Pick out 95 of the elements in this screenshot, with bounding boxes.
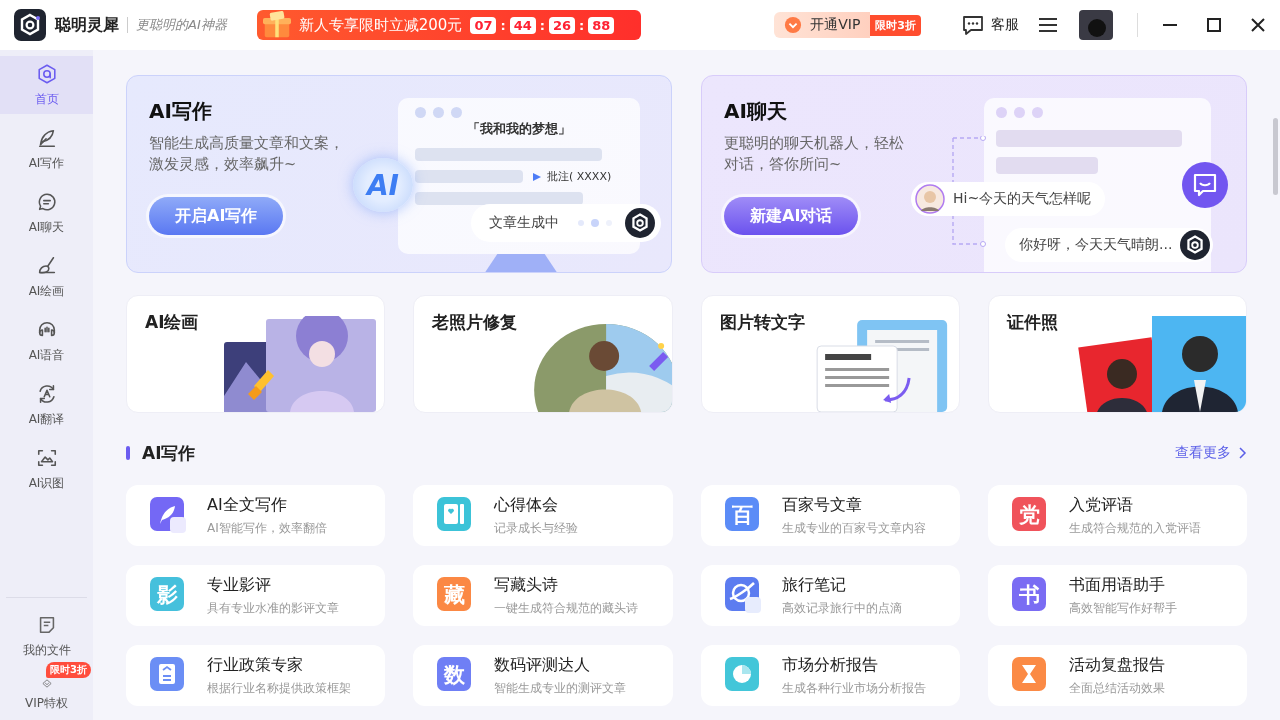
sidebar-item[interactable]: AI绘画 — [0, 248, 93, 306]
tool-card[interactable]: AI绘画 — [126, 295, 386, 413]
service-button[interactable]: 客服 — [961, 14, 1019, 36]
discount-badge: 限时3折 — [46, 662, 91, 678]
chat-message: Hi~今天的天气怎样呢 — [953, 190, 1092, 208]
maximize-icon[interactable] — [1206, 17, 1222, 33]
feature-card[interactable]: 心得体会 记录成长与经验 — [413, 485, 673, 546]
feature-title: 活动复盘报告 — [1068, 654, 1165, 676]
feature-card[interactable]: 藏 写藏头诗 一键生成符合规范的藏头诗 — [413, 565, 673, 626]
sidebar-item[interactable]: AI语音 — [0, 312, 93, 370]
feature-title: 数码评测达人 — [494, 654, 592, 676]
window-dots-icon — [996, 107, 1043, 118]
section-title: AI写作 — [142, 441, 196, 465]
countdown-digits: 26 — [548, 16, 576, 34]
tool-title: 证件照 — [1005, 311, 1058, 334]
sidebar-item[interactable]: AI聊天 — [0, 184, 93, 242]
vip-button[interactable]: 开通VIP — [774, 12, 871, 38]
feature-card[interactable]: 党 入党评语 生成符合规范的入党评语 — [987, 485, 1247, 546]
feature-description: 一键生成符合规范的藏头诗 — [494, 599, 639, 617]
countdown-separator: : — [579, 17, 585, 33]
feature-title: 写藏头诗 — [494, 574, 560, 596]
feature-card[interactable]: AI全文写作 AI智能写作，效率翻倍 — [126, 485, 386, 546]
banner-title: AI聊天 — [724, 98, 787, 125]
home-icon — [35, 62, 58, 85]
tool-card[interactable]: 证件照 — [987, 295, 1247, 413]
sidebar-item[interactable]: 我的文件 — [6, 610, 87, 662]
discount-tag: 限时3折 — [870, 14, 921, 36]
feature-title: 专业影评 — [207, 574, 272, 596]
countdown-separator: : — [500, 17, 506, 33]
feature-description: 生成符合规范的入党评语 — [1068, 519, 1201, 537]
feature-title: 行业政策专家 — [207, 654, 304, 676]
sidebar-item[interactable]: VIP特权 — [6, 678, 87, 718]
start-button[interactable]: 新建AI对话 — [724, 197, 859, 235]
status-text: 文章生成中 — [489, 214, 559, 232]
feature-card[interactable]: 影 专业影评 具有专业水准的影评文章 — [126, 565, 386, 626]
chat-message: 你好呀，今天天气晴朗... — [1019, 236, 1173, 254]
tool-card[interactable]: 图片转文字 — [700, 295, 960, 413]
annotation-text: 批注( XXXX) — [547, 170, 612, 183]
feature-description: 智能生成专业的测评文章 — [494, 679, 627, 697]
ai-badge: AI — [353, 158, 413, 212]
feature-description: 记录成长与经验 — [494, 519, 579, 537]
document-title: 「我和我的梦想」 — [467, 120, 571, 138]
feature-description: 生成专业的百家号文章内容 — [781, 519, 926, 537]
banner-description: 更聪明的聊天机器人，轻松对话，答你所问~ — [724, 134, 905, 174]
menu-icon[interactable] — [1039, 18, 1057, 32]
feature-title: 市场分析报告 — [781, 654, 879, 676]
feature-title: 书面用语助手 — [1068, 574, 1166, 596]
app-name: 聪明灵犀 — [55, 17, 128, 33]
tool-title: 老照片修复 — [431, 311, 518, 334]
banner-description: 智能生成高质量文章和文案，激发灵感，效率飙升~ — [149, 134, 345, 174]
feature-description: AI智能写作，效率翻倍 — [207, 519, 327, 537]
feature-card[interactable]: 市场分析报告 生成各种行业市场分析报告 — [700, 645, 960, 706]
countdown-digits: 44 — [509, 16, 536, 34]
feature-title: 百家号文章 — [781, 494, 863, 516]
window-dots-icon — [415, 107, 462, 118]
tool-title: AI绘画 — [144, 311, 199, 334]
countdown-separator: : — [539, 17, 545, 33]
play-icon — [533, 173, 541, 181]
sidebar-item[interactable]: AI写作 — [0, 120, 93, 178]
logo-icon — [625, 208, 655, 238]
chat-icon — [961, 14, 985, 36]
avatar-icon — [915, 184, 945, 214]
feature-description: 高效智能写作好帮手 — [1068, 599, 1177, 617]
feature-card[interactable]: 活动复盘报告 全面总结活动效果 — [987, 645, 1247, 706]
feature-description: 生成各种行业市场分析报告 — [781, 679, 926, 697]
logo-icon — [14, 9, 46, 41]
feature-description: 根据行业名称提供政策框架 — [207, 679, 351, 697]
countdown-digits: 88 — [588, 16, 615, 34]
tool-title: 图片转文字 — [718, 311, 805, 334]
feature-title: 旅行笔记 — [781, 574, 847, 596]
sidebar-item[interactable]: AI识图 — [0, 440, 93, 498]
feature-card[interactable]: 行业政策专家 根据行业名称提供政策框架 — [126, 645, 386, 706]
promo-banner[interactable]: 新人专享限时立减200元 07 : 44 : 26 : 88 — [256, 10, 641, 40]
feature-card[interactable]: 百 百家号文章 生成专业的百家号文章内容 — [700, 485, 960, 546]
feature-title: AI全文写作 — [207, 494, 288, 516]
see-more-link[interactable]: 查看更多 — [1175, 444, 1247, 462]
scrollbar[interactable] — [1273, 118, 1278, 195]
feature-title: 心得体会 — [494, 494, 560, 516]
banner-title: AI写作 — [149, 98, 212, 125]
close-icon[interactable] — [1250, 17, 1266, 33]
chevron-icon — [1239, 447, 1247, 459]
feature-card[interactable]: 旅行笔记 高效记录旅行中的点滴 — [700, 565, 960, 626]
feature-card[interactable]: 数 数码评测达人 智能生成专业的测评文章 — [413, 645, 673, 706]
feature-card[interactable]: 书 书面用语助手 高效智能写作好帮手 — [987, 565, 1247, 626]
chat-icon[interactable] — [1181, 161, 1229, 209]
feature-title: 入党评语 — [1068, 494, 1134, 516]
feature-description: 具有专业水准的影评文章 — [207, 599, 339, 617]
feature-description: 高效记录旅行中的点滴 — [781, 599, 902, 617]
countdown-digits: 07 — [470, 16, 497, 34]
sidebar-item[interactable]: 首页 — [0, 56, 93, 114]
app-tagline: 更聪明的AI神器 — [136, 16, 227, 34]
tool-card[interactable]: 老照片修复 — [413, 295, 673, 413]
promo-text: 新人专享限时立减200元 — [298, 15, 463, 35]
feature-description: 全面总结活动效果 — [1068, 679, 1165, 697]
sidebar-item[interactable]: AI翻译 — [0, 376, 93, 434]
